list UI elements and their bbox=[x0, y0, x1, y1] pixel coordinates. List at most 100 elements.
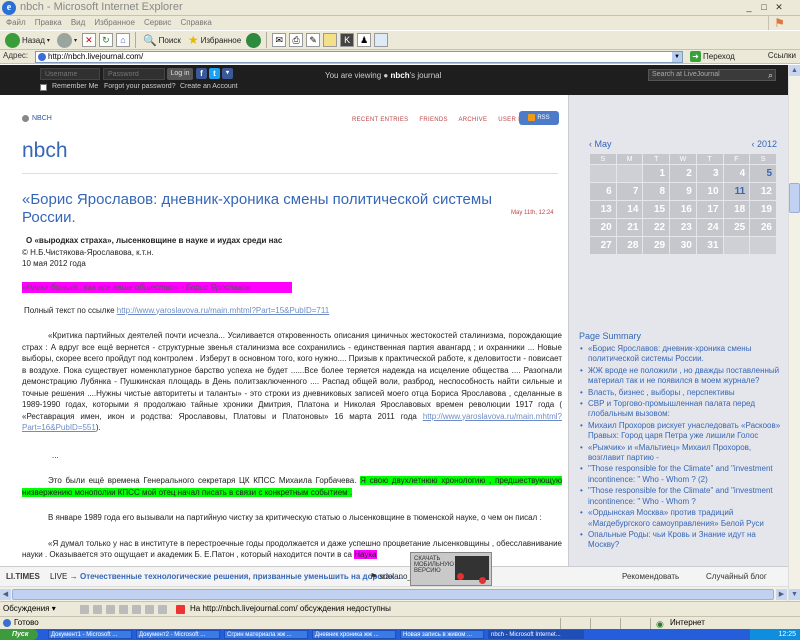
user-link[interactable]: NBCH bbox=[22, 115, 52, 122]
nav-recent-entries[interactable]: RECENT ENTRIES bbox=[352, 117, 408, 123]
print-icon[interactable]: ⎙ bbox=[289, 33, 304, 47]
scroll-down-icon[interactable]: ▼ bbox=[789, 589, 800, 600]
discussion-icon[interactable] bbox=[119, 605, 128, 614]
scroll-right-icon[interactable]: ▶ bbox=[776, 589, 787, 600]
minimize-button[interactable]: _ bbox=[742, 1, 756, 14]
page-summary-item[interactable]: Власть, бизнес , выборы , перспективы bbox=[579, 388, 784, 399]
nav-friends[interactable]: FRIENDS bbox=[419, 117, 447, 123]
facebook-icon[interactable]: f bbox=[196, 68, 207, 79]
scroll-left-icon[interactable]: ◀ bbox=[0, 589, 11, 600]
mobile-ad[interactable]: СКАЧАТЬ МОБИЛЬНУЮ ВЕРСИЮ bbox=[410, 552, 492, 586]
page-summary-item[interactable]: ЖЖ вроде не положили , но дважды поставл… bbox=[579, 366, 784, 387]
maximize-button[interactable]: □ bbox=[757, 1, 771, 14]
scroll-up-icon[interactable]: ▲ bbox=[789, 65, 800, 76]
taskbar-item[interactable]: Дневник хроника жж ... bbox=[312, 630, 396, 639]
page-summary-item[interactable]: СВР и Торгово-промышленная палата перед … bbox=[579, 399, 784, 420]
random-blog-link[interactable]: Случайный блог bbox=[706, 572, 767, 581]
scroll-thumb[interactable] bbox=[12, 589, 774, 600]
blog-title[interactable]: nbch bbox=[22, 139, 68, 163]
password-input[interactable] bbox=[103, 68, 165, 80]
discussion-icon[interactable] bbox=[158, 605, 167, 614]
discussion-icon[interactable] bbox=[145, 605, 154, 614]
page-summary-item[interactable]: Опальные Роды: чьи Кровь и Знание идут н… bbox=[579, 530, 784, 551]
k-app-icon[interactable]: K bbox=[340, 33, 355, 47]
favorites-button[interactable]: ★ Избранное bbox=[186, 31, 243, 49]
close-icon[interactable] bbox=[176, 605, 185, 614]
recommend-link[interactable]: Рекомендовать bbox=[622, 572, 679, 581]
refresh-icon[interactable]: ↻ bbox=[98, 33, 113, 47]
start-button[interactable]: Пуск bbox=[0, 629, 38, 640]
research-icon[interactable] bbox=[374, 33, 389, 47]
horizontal-scrollbar[interactable]: ◀ ▶ bbox=[0, 586, 788, 601]
calendar-year[interactable]: ‹ 2012 bbox=[751, 139, 777, 149]
home-icon[interactable]: ⌂ bbox=[115, 33, 130, 47]
twitter-icon[interactable]: t bbox=[209, 68, 220, 79]
page-summary-item[interactable]: Михаил Прохоров рискует унаследовать «Ра… bbox=[579, 421, 784, 442]
menu-file[interactable]: Файл bbox=[6, 16, 26, 30]
post-title[interactable]: «Борис Ярославов: дневник-хроника смены … bbox=[22, 191, 502, 227]
rss-button[interactable]: RSS bbox=[519, 111, 559, 125]
menu-help[interactable]: Справка bbox=[180, 16, 211, 30]
page-summary-item[interactable]: "Those responsible for the Climate" and … bbox=[579, 486, 784, 507]
calendar-day[interactable]: 5 bbox=[750, 165, 776, 182]
discussion-icon[interactable] bbox=[106, 605, 115, 614]
forward-button[interactable]: ▾ bbox=[55, 31, 79, 49]
viewing-suffix: 's journal bbox=[409, 71, 442, 80]
search-button[interactable]: 🔍 Поиск bbox=[141, 31, 183, 49]
page-summary-item[interactable]: «Ордынская Москва» против традиций «Магд… bbox=[579, 508, 784, 529]
scroll-thumb[interactable] bbox=[789, 183, 800, 213]
calendar-weekday: W bbox=[670, 154, 696, 164]
taskbar-item-active[interactable]: nbch - Microsoft Internet... bbox=[488, 630, 584, 639]
go-button[interactable]: ➜ Переход bbox=[690, 51, 735, 62]
toolbar-divider bbox=[134, 32, 136, 48]
taskbar-item[interactable]: Документ1 - Microsoft ... bbox=[48, 630, 132, 639]
page-summary-item[interactable]: «Борис Ярославов: дневник-хроника смены … bbox=[579, 344, 784, 365]
nav-archive[interactable]: ARCHIVE bbox=[458, 117, 487, 123]
remember-me-checkbox[interactable] bbox=[40, 84, 47, 91]
li-times-logo[interactable]: LI.TIMES bbox=[6, 572, 40, 581]
full-text-link[interactable]: http://www.yaroslavova.ru/main.mhtml?Par… bbox=[117, 306, 329, 315]
back-button[interactable]: Назад ▾ bbox=[3, 31, 52, 49]
taskbar-item[interactable]: Новая запись в живом ... bbox=[400, 630, 484, 639]
edit-icon[interactable]: ✎ bbox=[306, 33, 321, 47]
chevron-down-icon[interactable]: ▾ bbox=[222, 68, 233, 79]
lj-search-input[interactable]: Search at LiveJournal ⌕ bbox=[648, 69, 776, 81]
blog-nav: RECENT ENTRIES FRIENDS ARCHIVE USER INFO bbox=[352, 117, 543, 123]
taskbar-item[interactable]: Сгрин материала жж ... bbox=[224, 630, 308, 639]
create-account-link[interactable]: Create an Account bbox=[180, 83, 238, 90]
stop-icon[interactable]: ✕ bbox=[81, 33, 96, 47]
ie-logo-icon: e bbox=[2, 1, 16, 15]
page-summary-item[interactable]: "Those responsible for the Climate" and … bbox=[579, 464, 784, 485]
username-input[interactable] bbox=[40, 68, 100, 80]
links-button[interactable]: Ссылки bbox=[768, 51, 796, 60]
folder-icon[interactable] bbox=[323, 33, 338, 47]
forgot-password-link[interactable]: Forgot your password? bbox=[104, 83, 176, 90]
mail-icon[interactable]: ✉ bbox=[272, 33, 287, 47]
menu-view[interactable]: Вид bbox=[71, 16, 85, 30]
menu-edit[interactable]: Правка bbox=[35, 16, 62, 30]
taskbar-item[interactable]: Документ2 - Microsoft ... bbox=[136, 630, 220, 639]
calendar-day: 22 bbox=[643, 219, 670, 236]
discussions-button[interactable]: Обсуждения ▾ bbox=[3, 602, 56, 616]
calendar-day: 15 bbox=[643, 201, 670, 218]
menu-tools[interactable]: Сервис bbox=[144, 16, 171, 30]
calendar-day[interactable]: 11 bbox=[723, 183, 750, 200]
close-button[interactable]: ✕ bbox=[772, 1, 786, 14]
viewing-user[interactable]: nbch bbox=[391, 71, 410, 80]
page-summary-item[interactable]: «Рыжчик» и «Мальтиец» Михаил Прохоров, в… bbox=[579, 443, 784, 464]
calendar-month[interactable]: ‹ May bbox=[589, 139, 612, 149]
login-button[interactable]: Log in bbox=[167, 68, 193, 80]
address-input[interactable]: http://nbch.livejournal.com/ ▼ bbox=[35, 51, 683, 63]
discussion-icon[interactable] bbox=[93, 605, 102, 614]
vertical-scrollbar[interactable]: ▲ ▼ bbox=[788, 65, 800, 601]
search-icon[interactable]: ⌕ bbox=[768, 70, 773, 80]
media-icon[interactable] bbox=[246, 32, 262, 48]
menu-favorites[interactable]: Избранное bbox=[94, 16, 135, 30]
chevron-down-icon[interactable]: ▼ bbox=[672, 52, 682, 62]
live-headline[interactable]: Отечественные технологические решения, п… bbox=[80, 572, 403, 581]
calendar-weekday: T bbox=[696, 154, 723, 164]
messenger-icon[interactable]: ♟ bbox=[357, 33, 372, 47]
discussion-icon[interactable] bbox=[132, 605, 141, 614]
page-summary-heading: Page Summary bbox=[579, 331, 642, 341]
discussion-icon[interactable] bbox=[80, 605, 89, 614]
